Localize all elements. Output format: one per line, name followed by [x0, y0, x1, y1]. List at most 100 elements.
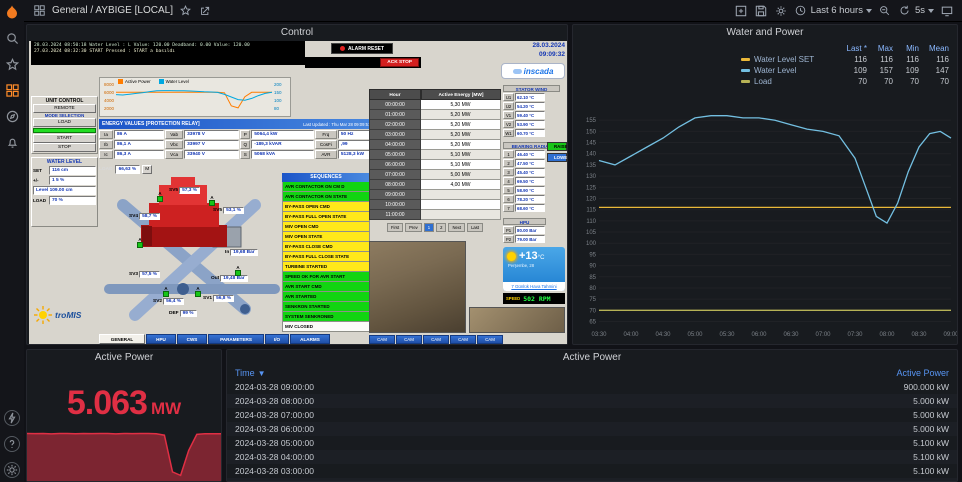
starred-icon[interactable]	[4, 56, 20, 72]
auto-marker: A	[137, 237, 143, 248]
bearing-radial-rows: 1 46.40 °C 2 47.50 °C 3 45.40 °C 4 69.50 °C 5 58.…	[503, 150, 546, 212]
table-row[interactable]: 2024-03-28 06:00:00 5.000 kW	[227, 422, 957, 436]
time-column-header[interactable]: Time ▼	[235, 368, 266, 378]
camera-tab[interactable]: CAM 3	[423, 335, 449, 344]
dashboards-icon[interactable]	[4, 82, 20, 98]
legend-column-header[interactable]: Min	[893, 43, 919, 54]
pager-button[interactable]: 1	[423, 223, 435, 232]
energy-value: 33940 V	[184, 150, 240, 159]
energy-value: 33978 V	[184, 130, 240, 139]
y-tick-label: 115	[586, 208, 596, 214]
raise-button[interactable]: RAISE	[547, 142, 567, 151]
save-dashboard-icon[interactable]	[754, 4, 768, 18]
camera-tab[interactable]: CAM 5	[477, 335, 503, 344]
screen-tab-general[interactable]: GENERAL	[99, 334, 145, 344]
cycle-view-icon[interactable]	[940, 4, 954, 18]
table-row[interactable]: 2024-03-28 07:00:00 5.000 kW	[227, 408, 957, 422]
screen-tab-hpu[interactable]: HPU	[146, 334, 176, 344]
ack-stop-button[interactable]: ACK STOP	[380, 58, 419, 67]
valve-readout-sv1: SV1 56,8 %	[203, 295, 235, 302]
legend-column-header[interactable]: Mean	[919, 43, 949, 54]
dashboard-settings-icon[interactable]	[774, 4, 788, 18]
share-icon[interactable]	[199, 4, 213, 18]
camera-tab[interactable]: CAM 4	[450, 335, 476, 344]
x-tick-label: 05:30	[719, 332, 735, 338]
table-row[interactable]: 2024-03-28 04:00:00 5.100 kW	[227, 450, 957, 464]
legend-column-header[interactable]: Last *	[837, 43, 867, 54]
stator-value: 62.10 °C	[515, 93, 545, 101]
set-label: SET	[33, 168, 42, 173]
remote-button[interactable]: REMOTE	[33, 104, 96, 113]
panel-title[interactable]: Water and Power	[573, 25, 957, 41]
table-row[interactable]: 2024-03-28 02:00:00 4.300 kW	[227, 478, 957, 481]
alarm-reset-button[interactable]: ALARM RESET	[331, 43, 393, 54]
cell-time: 2024-03-28 08:00:00	[235, 396, 314, 406]
breadcrumb[interactable]: General / AYBIGE [LOCAL]	[52, 5, 173, 16]
table-row[interactable]: 2024-03-28 03:00:00 5.100 kW	[227, 464, 957, 478]
x-tick-label: 08:00	[879, 332, 895, 338]
lower-button[interactable]: LOWER	[547, 153, 567, 162]
set-value-input[interactable]: 116 cm	[49, 166, 96, 175]
weather-widget[interactable]: +13°C Perşembe, 28 7 Günlük Hava Tahmini	[503, 247, 565, 291]
pager-button[interactable]: Prev	[405, 223, 422, 232]
cell-time: 2024-03-28 02:00:00	[235, 478, 314, 481]
bearing-value: 45.40 °C	[515, 168, 545, 176]
value-column-header[interactable]: Active Power	[896, 368, 949, 378]
y-tick-label: 85	[589, 275, 596, 281]
table-row[interactable]: 2024-03-28 08:00:00 5.000 kW	[227, 394, 957, 408]
panel-title[interactable]: Control	[27, 25, 567, 41]
pager-button[interactable]: Next	[448, 223, 466, 232]
star-dashboard-icon[interactable]	[179, 4, 193, 18]
camera-view-2	[469, 307, 565, 333]
shortcuts-icon[interactable]	[4, 410, 20, 426]
stop-button[interactable]: STOP	[33, 143, 96, 152]
energy-column-header: Active Energy [MW]	[421, 89, 501, 100]
explore-icon[interactable]	[4, 108, 20, 124]
deadband-value-input[interactable]: 1 5 %	[49, 176, 96, 185]
screen-tab-cws[interactable]: CWS	[177, 334, 207, 344]
settings-icon[interactable]	[4, 462, 20, 478]
camera-tab[interactable]: CAM 1	[369, 335, 395, 344]
stator-label: U1	[503, 93, 514, 101]
screen-tab-i-o[interactable]: I/O	[265, 334, 289, 344]
help-icon[interactable]	[4, 436, 20, 452]
weather-forecast-link[interactable]: 7 Günlük Hava Tahmini	[503, 282, 565, 291]
time-range-picker[interactable]: Last 6 hours	[794, 4, 872, 18]
search-icon[interactable]	[4, 30, 20, 46]
legend-swatch-icon	[741, 58, 750, 61]
hour-cell: 08:00:00	[369, 180, 421, 190]
start-button[interactable]: START	[33, 134, 96, 143]
legend-series-name[interactable]: Load	[741, 76, 837, 87]
pager-button[interactable]: 2	[436, 223, 447, 232]
hour-cell: 00:00:00	[369, 100, 421, 110]
stat-number: 5.063	[66, 384, 148, 422]
valve-readout-sv5-a: SV5 57,3 %	[169, 187, 201, 194]
legend-series-name[interactable]: Water Level SET	[741, 54, 837, 65]
pager-button[interactable]: Last	[467, 223, 483, 232]
pager-button[interactable]: First	[387, 223, 404, 232]
stat-unit: MW	[150, 399, 182, 418]
legend-swatch	[158, 79, 164, 85]
load-mode-button[interactable]: LOAD	[33, 118, 96, 127]
valve-label: SV5	[169, 188, 179, 193]
panel-title[interactable]: Active Power	[227, 350, 957, 366]
screen-tab-alarms[interactable]: ALARMS	[290, 334, 330, 344]
legend-column-header[interactable]: Max	[867, 43, 893, 54]
legend-series-name[interactable]: Water Level	[741, 65, 837, 76]
screen-tab-parameters[interactable]: PARAMETERS	[208, 334, 264, 344]
table-row[interactable]: 2024-03-28 05:00:00 5.100 kW	[227, 436, 957, 450]
camera-tab[interactable]: CAM 2	[396, 335, 422, 344]
valve-value: 53,1 %	[223, 207, 245, 214]
alerting-icon[interactable]	[4, 134, 20, 150]
speed-value: 502 RPM	[523, 294, 551, 303]
table-row[interactable]: 2024-03-28 09:00:00 900.000 kW	[227, 380, 957, 394]
panel-title[interactable]: Active Power	[27, 350, 221, 366]
stator-value: 60.70 °C	[515, 129, 545, 137]
grafana-logo-icon[interactable]	[4, 4, 20, 20]
zoom-out-icon[interactable]	[878, 4, 892, 18]
apps-icon[interactable]	[32, 4, 46, 18]
refresh-picker[interactable]: 5s	[898, 4, 934, 18]
add-panel-icon[interactable]	[734, 4, 748, 18]
sidebar	[0, 0, 24, 482]
load-value-input[interactable]: 70 %	[49, 196, 96, 205]
